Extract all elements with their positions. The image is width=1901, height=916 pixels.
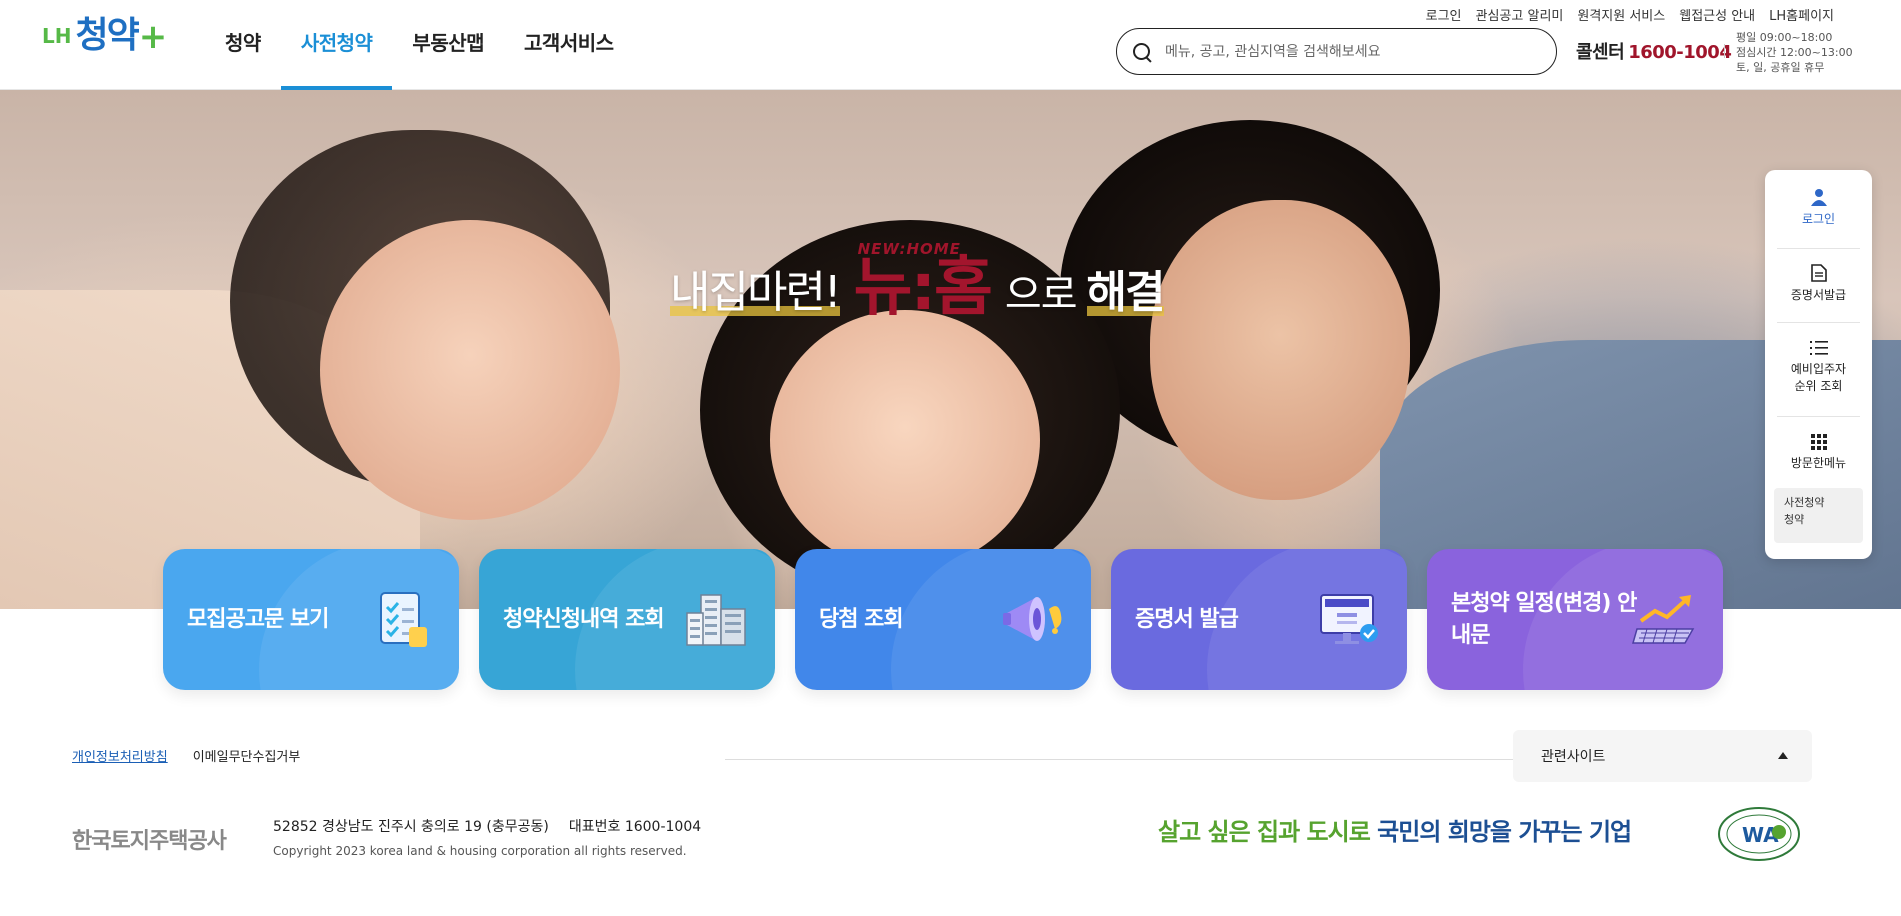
copyright: Copyright 2023 korea land & housing corp…: [273, 844, 687, 858]
nav-item-real-estate-map[interactable]: 부동산맵: [392, 0, 504, 90]
card-label: 당첨 조회: [819, 606, 904, 632]
quick-waitlist-rank[interactable]: 예비입주자 순위 조회: [1765, 340, 1872, 395]
business-hours: 평일 09:00~18:00 점심시간 12:00~13:00 토, 일, 공휴…: [1736, 30, 1853, 75]
address-text: 52852 경상남도 진주시 충의로 19 (충무공동): [273, 819, 549, 835]
grid-icon: [1810, 434, 1827, 450]
quick-menu: 로그인 증명서발급 예비입주자 순위 조회 방문한메뉴 사전청약 청약: [1765, 170, 1872, 559]
nav-item-pre-subscription[interactable]: 사전청약: [280, 0, 393, 90]
hero-photo-shape: [320, 220, 620, 520]
monitor-certificate-icon: [1320, 594, 1378, 644]
accessibility-link[interactable]: 웹접근성 안내: [1672, 5, 1762, 24]
brand-sub-text: NEW:HOME: [857, 240, 961, 258]
hero-headline: 내집마련! NEW:HOME 뉴:홈 으로 해결: [670, 230, 1165, 320]
card-certificate[interactable]: 증명서 발급: [1111, 549, 1407, 690]
main-nav: 청약 사전청약 부동산맵 고객서비스: [205, 0, 634, 90]
logo-plus: +: [138, 17, 168, 57]
document-icon: [1810, 264, 1827, 282]
buildings-icon: [686, 594, 746, 646]
quick-links: 모집공고문 보기 청약신청내역 조회 당첨 조회 증명서 발급 본청약 일정(변…: [163, 549, 1723, 690]
logo-main: 청약: [75, 15, 139, 56]
chevron-up-icon: [1778, 752, 1788, 759]
divider: [1724, 44, 1725, 58]
card-application-history[interactable]: 청약신청내역 조회: [479, 549, 775, 690]
utility-links: 로그인 관심공고 알리미 원격지원 서비스 웹접근성 안내 LH홈페이지: [1419, 5, 1841, 24]
search-input[interactable]: [1165, 43, 1535, 60]
card-label: 청약신청내역 조회: [503, 606, 665, 632]
call-center-number: 1600-1004: [1628, 42, 1732, 63]
slogan-part: 국민의 희망을 가꾸는 기업: [1377, 818, 1632, 846]
related-sites-select[interactable]: 관련사이트: [1513, 730, 1812, 782]
logo-prefix: LH: [42, 24, 72, 48]
hours-holiday: 토, 일, 공휴일 휴무: [1736, 61, 1825, 74]
search-box[interactable]: [1116, 28, 1557, 75]
footer-links: 개인정보처리방침 이메일무단수집거부: [72, 746, 300, 765]
site-header: LH 청약 + 청약 사전청약 부동산맵 고객서비스 로그인 관심공고 알리미 …: [0, 0, 1901, 90]
hero-banner: 내집마련! NEW:HOME 뉴:홈 으로 해결: [0, 90, 1901, 609]
card-label: 본청약 일정(변경) 안내문: [1451, 590, 1637, 648]
megaphone-icon: [1003, 597, 1062, 641]
quick-login-label: 로그인: [1801, 212, 1836, 226]
headline-text: 으로: [1004, 272, 1078, 318]
card-schedule-notice[interactable]: 본청약 일정(변경) 안내문: [1427, 549, 1723, 690]
site-logo[interactable]: LH 청약 +: [42, 15, 168, 57]
quick-waitlist-label: 예비입주자 순위 조회: [1790, 362, 1847, 393]
recent-menu-list: 사전청약 청약: [1774, 488, 1863, 543]
hero-photo-shape: [770, 310, 1040, 570]
web-accessibility-mark-icon: WA: [1718, 807, 1800, 861]
slogan-part: 살고 싶은 집과 도시로: [1158, 818, 1371, 846]
nav-item-subscription[interactable]: 청약: [205, 0, 281, 90]
card-winning-check[interactable]: 당첨 조회: [795, 549, 1091, 690]
search-icon[interactable]: [1131, 41, 1153, 63]
recent-menu-item[interactable]: 사전청약: [1784, 494, 1853, 511]
hero-photo-shape: [1150, 200, 1410, 500]
divider: [1777, 322, 1860, 323]
phone-text: 대표번호 1600-1004: [568, 819, 702, 835]
call-center-label: 콜센터: [1576, 42, 1625, 63]
footer-corp-logo: 한국토지주택공사: [72, 829, 227, 854]
related-sites-label: 관련사이트: [1541, 749, 1606, 765]
brand-text: 뉴:홈: [853, 251, 993, 325]
list-icon: [1809, 341, 1828, 355]
hours-weekday: 평일 09:00~18:00: [1736, 31, 1833, 44]
hours-lunch: 점심시간 12:00~13:00: [1736, 46, 1853, 59]
nav-item-customer-service[interactable]: 고객서비스: [504, 0, 634, 90]
lh-homepage-link[interactable]: LH홈페이지: [1762, 5, 1841, 24]
quick-visited-menu[interactable]: 방문한메뉴: [1765, 434, 1872, 472]
quick-certificate-label: 증명서발급: [1790, 288, 1847, 302]
user-icon: [1810, 189, 1827, 206]
remote-support-link[interactable]: 원격지원 서비스: [1570, 5, 1672, 24]
notice-alert-link[interactable]: 관심공고 알리미: [1469, 5, 1571, 24]
email-refusal-link[interactable]: 이메일무단수집거부: [193, 746, 301, 765]
footer-slogan: 살고 싶은 집과 도시로 국민의 희망을 가꾸는 기업: [1158, 812, 1632, 847]
brand-mark: NEW:HOME 뉴:홈: [854, 240, 993, 320]
calendar-chart-icon: [1632, 595, 1695, 644]
divider: [725, 759, 1513, 760]
card-notice-view[interactable]: 모집공고문 보기: [163, 549, 459, 690]
privacy-policy-link[interactable]: 개인정보처리방침: [72, 746, 168, 765]
call-center: 콜센터 1600-1004: [1576, 38, 1732, 64]
document-checklist-icon: [380, 592, 427, 647]
login-link[interactable]: 로그인: [1419, 5, 1469, 24]
card-label: 모집공고문 보기: [187, 606, 329, 632]
headline-text: 해결: [1086, 256, 1165, 320]
divider: [1777, 248, 1860, 249]
recent-menu-item[interactable]: 청약: [1784, 511, 1853, 528]
quick-visited-label: 방문한메뉴: [1790, 456, 1847, 470]
quick-login[interactable]: 로그인: [1765, 188, 1872, 228]
quick-certificate[interactable]: 증명서발급: [1765, 264, 1872, 304]
card-label: 증명서 발급: [1135, 606, 1239, 632]
headline-text: 내집마련!: [670, 256, 842, 320]
footer-address: 52852 경상남도 진주시 충의로 19 (충무공동) 대표번호 1600-10…: [273, 816, 721, 836]
divider: [1777, 416, 1860, 417]
